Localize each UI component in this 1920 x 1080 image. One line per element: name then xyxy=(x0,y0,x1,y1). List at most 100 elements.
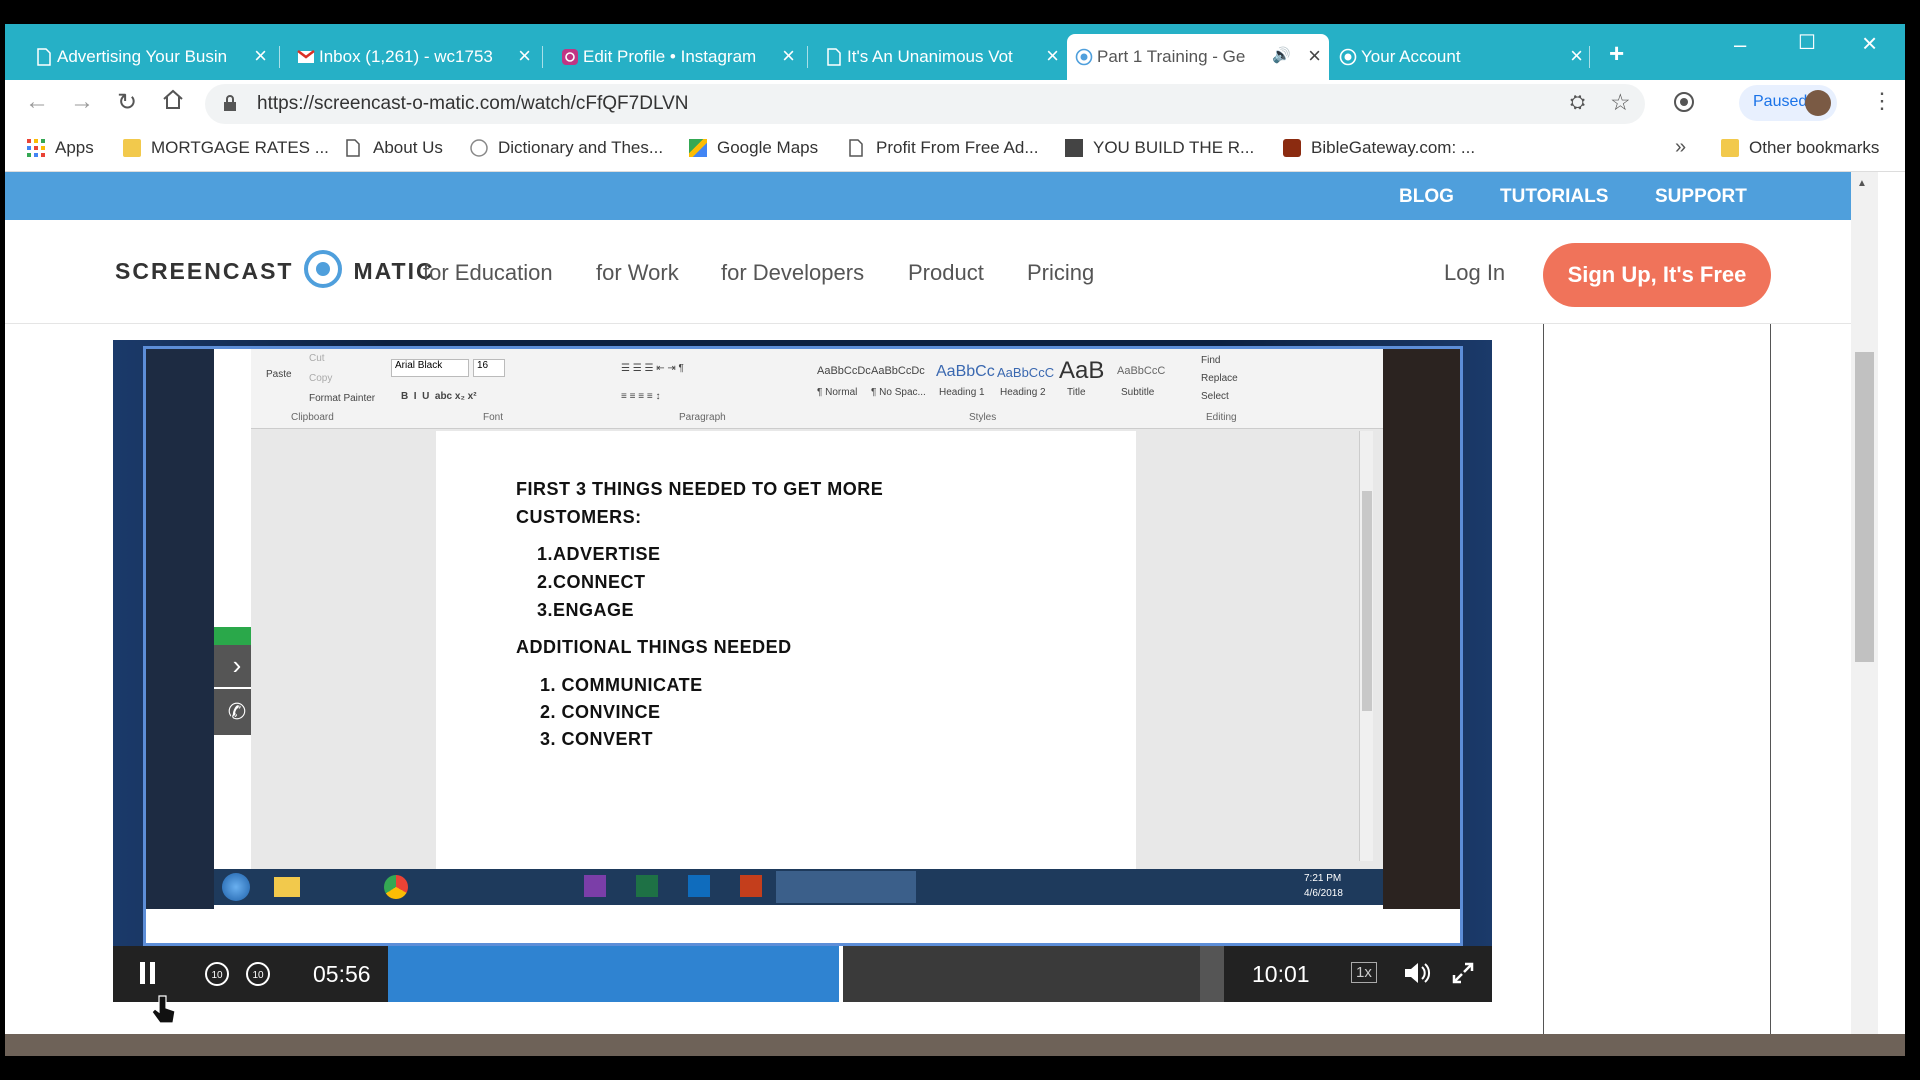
nav-education[interactable]: for Education xyxy=(423,260,553,286)
bookmark-label: Dictionary and Thes... xyxy=(498,138,664,157)
buffer-end xyxy=(1200,946,1224,1002)
windows-start-icon xyxy=(222,873,250,901)
login-link[interactable]: Log In xyxy=(1444,260,1505,286)
tab-instagram[interactable]: Edit Profile • Instagram × xyxy=(553,34,803,80)
star-icon[interactable]: ☆ xyxy=(1610,89,1631,116)
doc-heading2: ADDITIONAL THINGS NEEDED xyxy=(516,637,792,657)
bookmark-label: Profit From Free Ad... xyxy=(876,138,1039,157)
svg-text:10: 10 xyxy=(211,970,223,981)
bookmark-about-us[interactable]: About Us xyxy=(345,138,443,158)
translate-icon[interactable]: ⛭ xyxy=(1570,92,1585,114)
minimize-icon[interactable]: – xyxy=(1734,32,1746,58)
speaker-icon[interactable]: 🔊 xyxy=(1272,46,1291,64)
top-nav: BLOG TUTORIALS SUPPORT xyxy=(5,172,1878,220)
taskbar-time: 7:21 PM xyxy=(1304,873,1342,884)
style-nospacing-sample: AaBbCcDc xyxy=(871,365,925,377)
instagram-icon xyxy=(561,47,579,67)
signup-button[interactable]: Sign Up, It's Free xyxy=(1543,243,1771,307)
avatar xyxy=(1805,90,1831,116)
maximize-icon[interactable]: ☐ xyxy=(1798,30,1816,55)
ribbon-copy: Copy xyxy=(309,373,333,384)
document-icon xyxy=(848,139,866,157)
bookmark-profit-free-ad[interactable]: Profit From Free Ad... xyxy=(848,138,1039,158)
tab-inbox[interactable]: Inbox (1,261) - wc1753 × xyxy=(289,34,539,80)
ribbon-replace: Replace xyxy=(1201,373,1238,384)
seek-bar[interactable] xyxy=(388,946,1224,1002)
bible-icon xyxy=(1283,139,1301,157)
group-editing: Editing xyxy=(1206,412,1237,423)
chevron-more-icon[interactable]: » xyxy=(1675,136,1686,159)
image-icon xyxy=(1065,139,1083,157)
ribbon-format-painter: Format Painter xyxy=(309,393,376,404)
profile-status: Paused xyxy=(1753,93,1808,110)
video-player[interactable]: › ✆ Paste Cut Copy Format Painter Arial … xyxy=(113,340,1492,1002)
address-bar[interactable]: https://screencast-o-matic.com/watch/cFf… xyxy=(205,84,1645,124)
taskbar-date: 4/6/2018 xyxy=(1304,888,1343,899)
bookmark-apps[interactable]: Apps xyxy=(27,138,94,158)
nav-product[interactable]: Product xyxy=(908,260,984,286)
close-icon[interactable]: × xyxy=(782,44,795,68)
group-styles: Styles xyxy=(969,412,997,423)
doc-list1-item: 1.ADVERTISE xyxy=(537,544,661,564)
nav-developers[interactable]: for Developers xyxy=(721,260,864,286)
extension-icon[interactable] xyxy=(1672,90,1696,119)
reload-icon[interactable]: ↻ xyxy=(117,88,137,117)
pause-icon[interactable] xyxy=(139,961,157,990)
fullscreen-icon[interactable] xyxy=(1451,961,1475,990)
nav-pricing[interactable]: Pricing xyxy=(1027,260,1094,286)
tutorials-link[interactable]: TUTORIALS xyxy=(1500,186,1608,208)
support-link[interactable]: SUPPORT xyxy=(1655,186,1747,208)
bookmark-label: MORTGAGE RATES ... xyxy=(151,138,329,157)
back-icon[interactable]: ← xyxy=(25,88,49,116)
close-icon[interactable]: × xyxy=(1046,44,1059,68)
tab-part1-training[interactable]: Part 1 Training - Ge 🔊 × xyxy=(1067,34,1329,80)
duration: 10:01 xyxy=(1252,961,1310,987)
profile-button[interactable]: Paused xyxy=(1739,85,1837,121)
forward-10-icon[interactable]: 10 xyxy=(244,960,272,993)
bookmark-mortgage-rates[interactable]: MORTGAGE RATES ... xyxy=(123,138,329,158)
nav-work[interactable]: for Work xyxy=(596,260,679,286)
tab-your-account[interactable]: Your Account × xyxy=(1331,34,1591,80)
menu-icon[interactable]: ⋮ xyxy=(1871,88,1893,114)
site-logo[interactable]: SCREENCAST MATIC xyxy=(115,246,435,296)
bookmark-google-maps[interactable]: Google Maps xyxy=(689,138,818,158)
close-icon[interactable]: × xyxy=(1570,44,1583,68)
group-font: Font xyxy=(483,412,504,423)
close-icon[interactable]: × xyxy=(1308,44,1321,68)
doc-list2-item: 1. COMMUNICATE xyxy=(540,675,703,695)
close-icon[interactable]: × xyxy=(254,44,267,68)
forward-icon[interactable]: → xyxy=(70,88,94,116)
doc-heading-line1: FIRST 3 THINGS NEEDED TO GET MORE xyxy=(516,479,884,499)
folder-icon xyxy=(274,877,300,897)
group-clipboard: Clipboard xyxy=(291,412,334,423)
ribbon-size-box: 16 xyxy=(473,359,505,377)
seek-handle[interactable] xyxy=(839,946,844,1002)
blog-link[interactable]: BLOG xyxy=(1399,186,1454,208)
tab-unanimous[interactable]: It's An Unanimous Vot × xyxy=(817,34,1067,80)
screencast-icon xyxy=(1339,47,1357,67)
bookmark-other[interactable]: Other bookmarks xyxy=(1721,138,1879,158)
rewind-10-icon[interactable]: 10 xyxy=(203,960,231,993)
tab-advertising[interactable]: Advertising Your Busin × xyxy=(27,34,275,80)
excel-icon xyxy=(636,875,658,897)
style-title: Title xyxy=(1067,387,1086,398)
document-icon xyxy=(35,47,53,67)
document-icon xyxy=(825,47,843,67)
style-normal: ¶ Normal xyxy=(817,387,858,398)
apps-grid-icon xyxy=(27,139,45,157)
scrollbar-thumb[interactable] xyxy=(1855,352,1874,662)
ribbon-font-name: Arial Black xyxy=(395,360,443,371)
bookmark-biblegateway[interactable]: BibleGateway.com: ... xyxy=(1283,138,1475,158)
home-icon[interactable] xyxy=(161,88,185,117)
speed-button[interactable]: 1x xyxy=(1351,962,1377,983)
volume-icon[interactable] xyxy=(1403,960,1431,991)
bookmark-you-build[interactable]: YOU BUILD THE R... xyxy=(1065,138,1254,158)
window-close-icon[interactable]: × xyxy=(1862,28,1877,59)
bookmark-dictionary[interactable]: Dictionary and Thes... xyxy=(470,138,663,158)
address-toolbar: ← → ↻ https://screencast-o-matic.com/wat… xyxy=(5,80,1905,128)
logo-icon xyxy=(303,249,343,294)
page-scrollbar[interactable]: ▲ ▼ xyxy=(1851,172,1878,1056)
style-heading2: Heading 2 xyxy=(1000,387,1046,398)
close-icon[interactable]: × xyxy=(518,44,531,68)
new-tab-icon[interactable]: + xyxy=(1609,40,1624,66)
